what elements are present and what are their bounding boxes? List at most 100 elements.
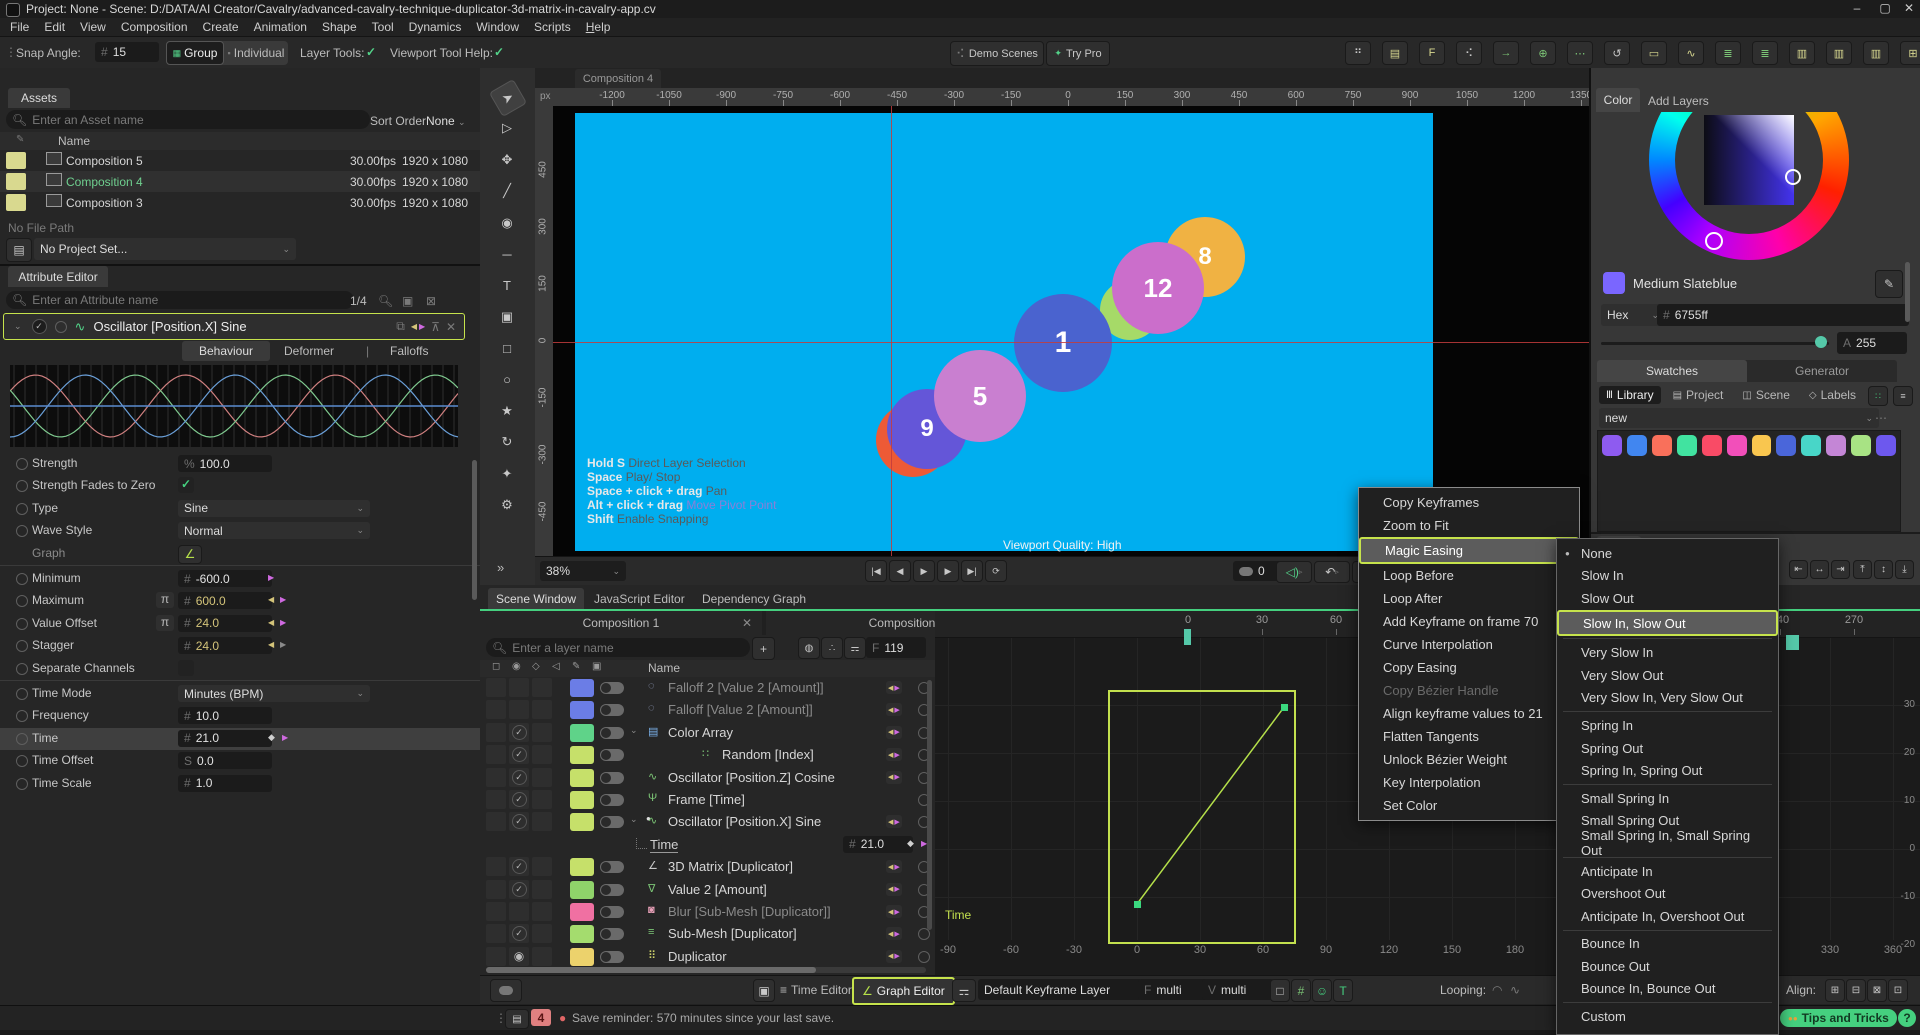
menu-item-loop-before[interactable]: Loop Before▶ xyxy=(1359,564,1579,587)
prev-keyframe-icon[interactable]: ◀ xyxy=(268,640,274,649)
align-middle-v-button[interactable]: ↕ xyxy=(1874,560,1893,579)
labels-tab[interactable]: ◇Labels xyxy=(1802,386,1863,404)
cell-blank[interactable] xyxy=(532,902,552,921)
time-value-field[interactable]: #21.0 xyxy=(843,836,913,853)
ghost-keys-button[interactable]: ☺ xyxy=(1312,979,1332,1002)
keyframe-layer-icon-button[interactable]: ⚎ xyxy=(952,979,976,1002)
swatch-f9705b[interactable] xyxy=(1652,435,1672,456)
hex-mode-dropdown[interactable]: Hex⌄ xyxy=(1601,304,1665,326)
submenu-item-anticipate-in-overshoot-out[interactable]: Anticipate In, Overshoot Out xyxy=(1557,905,1778,928)
prev-keyframe-icon[interactable]: ◀ xyxy=(268,618,274,627)
swatch-4a66da[interactable] xyxy=(1776,435,1796,456)
audio-icon[interactable]: ◁ xyxy=(552,661,560,672)
connect-dot-icon[interactable] xyxy=(16,503,28,515)
submenu-item-very-slow-in[interactable]: Very Slow In xyxy=(1557,641,1778,664)
cell-blank[interactable] xyxy=(532,790,552,809)
menu-help[interactable]: Help xyxy=(586,20,611,34)
card-icon[interactable]: ▭ xyxy=(1641,41,1667,65)
go-to-start-button[interactable]: |◀ xyxy=(865,560,887,582)
connect-dot-icon[interactable] xyxy=(16,480,28,492)
connect-dot-icon[interactable] xyxy=(16,595,28,607)
connect-dot-icon[interactable] xyxy=(16,778,28,790)
next-keyframe-icon[interactable]: ▶ xyxy=(282,733,288,742)
snap-angle-input[interactable]: #15 xyxy=(95,42,159,62)
menu-edit[interactable]: Edit xyxy=(44,20,65,34)
swatches-tab[interactable]: Swatches xyxy=(1597,360,1747,382)
alpha-slider-handle[interactable] xyxy=(1815,336,1827,348)
connect-dot-icon[interactable] xyxy=(16,525,28,537)
javascript-editor-tab[interactable]: JavaScript Editor xyxy=(594,592,685,606)
more-icon[interactable]: ⋯ xyxy=(1567,41,1593,65)
move-tool[interactable]: ✥ xyxy=(494,147,520,173)
layer-color-chip[interactable] xyxy=(570,724,594,742)
enabled-check-icon[interactable]: ✓ xyxy=(512,770,527,785)
asset-row[interactable]: Composition 330.00fps1920 x 1080 xyxy=(0,192,480,213)
marquee-mode-button[interactable]: □ xyxy=(1270,979,1290,1002)
render-icon[interactable]: ◇ xyxy=(532,661,540,672)
submenu-item-slow-out[interactable]: Slow Out xyxy=(1557,587,1778,610)
grid-view-button[interactable]: ∷ xyxy=(1868,386,1888,406)
layer-toggle[interactable] xyxy=(600,861,624,873)
cell-check[interactable]: ✓ xyxy=(509,723,529,742)
cell-blank[interactable] xyxy=(532,880,552,899)
connect-dot-icon[interactable] xyxy=(16,688,28,700)
line-tool[interactable]: ─ xyxy=(494,241,520,267)
visibility-icon[interactable]: ◉ xyxy=(512,661,521,672)
layer-row-color-array[interactable]: ✓⌄▤Color Array◀▶ xyxy=(480,722,935,744)
current-frame-field[interactable]: F119 xyxy=(866,637,926,658)
loop-button[interactable]: ⟳ xyxy=(985,560,1007,582)
align-keys-mid-button[interactable]: ⊟ xyxy=(1846,979,1866,1002)
zoom-dropdown[interactable]: 38%⌄ xyxy=(540,561,626,581)
tab-deformer[interactable]: Deformer xyxy=(284,344,334,358)
layer-color-chip[interactable] xyxy=(570,948,594,966)
menu-item-curve-interpolation[interactable]: Curve Interpolation▶ xyxy=(1359,633,1579,656)
maximize-button[interactable]: ▢ xyxy=(1873,1,1897,15)
add-circle-icon[interactable]: ⊕ xyxy=(1530,41,1556,65)
keyframe-nav-pill[interactable]: ◀▶ xyxy=(886,883,902,896)
layer-row-blur[interactable]: ◙Blur [Sub-Mesh [Duplicator]]◀▶ xyxy=(480,901,935,923)
keyframe-frame-field[interactable]: Fmulti xyxy=(1138,979,1210,1000)
go-to-end-button[interactable]: ▶| xyxy=(961,560,983,582)
shape-circle-5[interactable]: 5 xyxy=(934,350,1026,442)
menu-composition[interactable]: Composition xyxy=(121,20,188,34)
swatch-41e3a0[interactable] xyxy=(1677,435,1697,456)
prev-frame-button[interactable]: ◀ xyxy=(889,560,911,582)
cell-empty[interactable] xyxy=(532,700,552,719)
pi-driver-button[interactable]: π xyxy=(156,615,174,631)
target-attr-icon[interactable]: ▣ xyxy=(402,294,413,308)
layer-toggle[interactable] xyxy=(600,772,624,784)
keyframe-nav-pill[interactable]: ◀▶ xyxy=(886,771,902,784)
grid-icon[interactable]: ⠛ xyxy=(1345,41,1371,65)
next-keyframe-icon[interactable]: ▶ xyxy=(280,640,286,649)
menu-animation[interactable]: Animation xyxy=(254,20,307,34)
filter-utility-button[interactable]: ∴ xyxy=(821,637,843,659)
swatch-a8e384[interactable] xyxy=(1851,435,1871,456)
group-button[interactable]: ▦Group xyxy=(166,41,224,65)
asset-color-chip[interactable] xyxy=(6,194,26,211)
submenu-item-slow-in-slow-out[interactable]: Slow In, Slow Out xyxy=(1557,610,1778,637)
value-field[interactable]: #1.0 xyxy=(178,775,272,792)
asset-color-chip[interactable] xyxy=(6,152,26,169)
menu-dynamics[interactable]: Dynamics xyxy=(409,20,462,34)
layer-toggle[interactable] xyxy=(600,727,624,739)
menu-tool[interactable]: Tool xyxy=(372,20,394,34)
picker-icon[interactable]: ✎ xyxy=(572,661,580,672)
tab-behaviour[interactable]: Behaviour xyxy=(182,341,270,361)
palette-dropdown[interactable]: new⌄ xyxy=(1599,408,1879,428)
asset-color-chip[interactable] xyxy=(6,173,26,190)
menu-window[interactable]: Window xyxy=(476,20,519,34)
error-count-badge[interactable]: 4 xyxy=(531,1009,551,1026)
connect-dot-icon[interactable] xyxy=(16,710,28,722)
cell-empty[interactable] xyxy=(509,700,529,719)
scene-window-tab[interactable]: Scene Window xyxy=(488,588,584,609)
layer-toggle[interactable] xyxy=(600,682,624,694)
submenu-item-overshoot-out[interactable]: Overshoot Out xyxy=(1557,882,1778,905)
connect-circle-icon[interactable] xyxy=(918,928,930,940)
connect-dot-icon[interactable] xyxy=(16,640,28,652)
arrow-right-icon[interactable]: → xyxy=(1493,41,1519,65)
sort-order-value[interactable]: None ⌄ xyxy=(426,114,466,128)
eyedropper-button[interactable]: ✎ xyxy=(1875,270,1903,298)
layer-toggle[interactable] xyxy=(600,928,624,940)
expand-chevron-icon[interactable]: ⌄ xyxy=(630,725,638,736)
rows-icon[interactable]: ▥ xyxy=(1826,41,1852,65)
